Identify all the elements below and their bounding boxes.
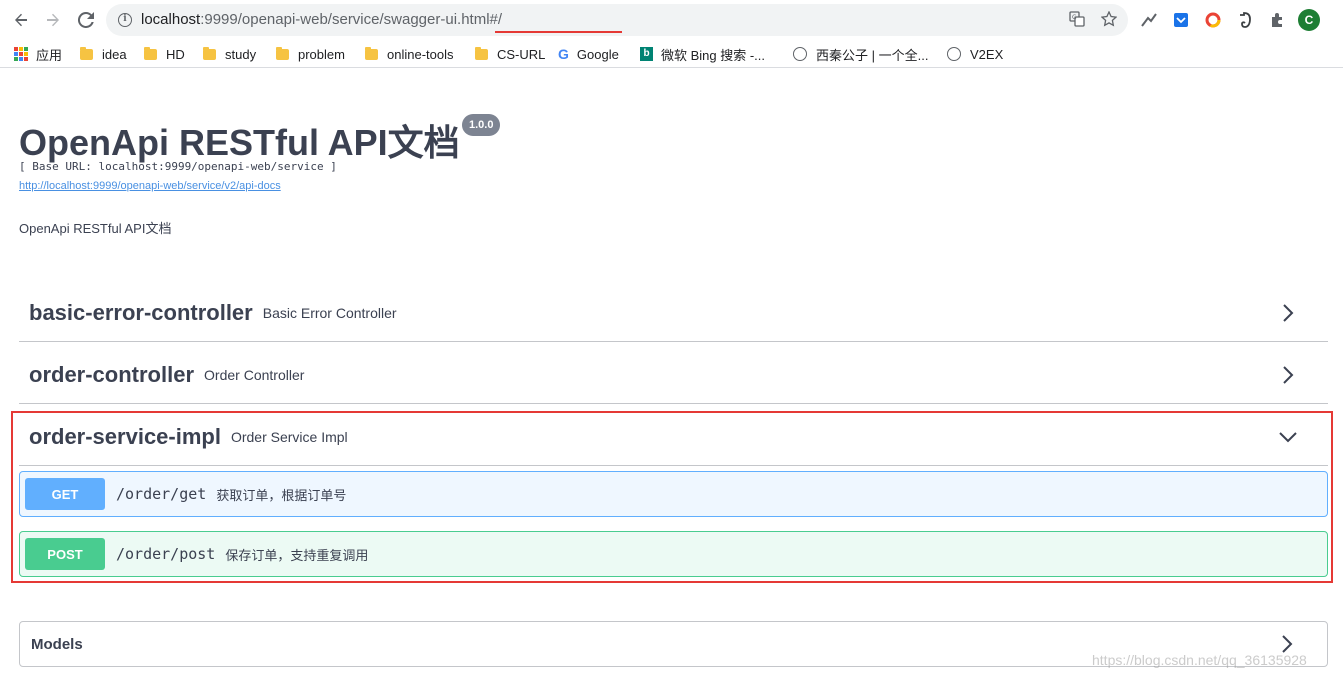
bookmark-label: HD <box>166 46 185 62</box>
folder-icon <box>203 46 216 60</box>
globe-icon <box>793 47 807 61</box>
bookmark-bing[interactable]: b 微软 Bing 搜索 -... <box>640 45 765 63</box>
extensions-puzzle-icon[interactable] <box>1266 9 1288 31</box>
operation-get-order[interactable]: GET /order/get 获取订单，根据订单号 <box>19 471 1328 517</box>
bookmark-study[interactable]: study <box>203 45 256 63</box>
profile-avatar[interactable]: C <box>1298 9 1320 31</box>
tag-name: order-controller <box>29 361 195 387</box>
base-url: [ Base URL: localhost:9999/openapi-web/s… <box>19 160 337 173</box>
bookmark-google[interactable]: G Google <box>558 45 619 63</box>
version-badge: 1.0.0 <box>462 114 501 136</box>
operation-post-order[interactable]: POST /order/post 保存订单，支持重复调用 <box>19 531 1328 577</box>
browser-toolbar: i localhost:9999/openapi-web/service/swa… <box>0 0 1343 40</box>
tag-order-controller[interactable]: order-controller Order Controller <box>19 346 1328 404</box>
svg-text:G: G <box>1072 14 1077 21</box>
bookmarks-bar: 应用 idea HD study problem online-tools CS… <box>0 40 1343 68</box>
bookmark-xiqin[interactable]: 西秦公子 | 一个全... <box>793 45 928 63</box>
google-icon: G <box>558 46 569 62</box>
api-description: OpenApi RESTful API文档 <box>19 221 172 236</box>
extension-signal-icon[interactable] <box>1138 9 1160 31</box>
extension-evernote-icon[interactable] <box>1234 9 1256 31</box>
bookmark-cs-url[interactable]: CS-URL <box>475 45 545 63</box>
bookmark-idea[interactable]: idea <box>80 45 127 63</box>
extension-chrome-ring-icon[interactable] <box>1202 9 1224 31</box>
globe-icon <box>947 47 961 61</box>
operation-path: /order/get <box>116 485 207 503</box>
bookmark-star-icon[interactable] <box>1100 10 1118 29</box>
reload-icon[interactable] <box>75 9 97 31</box>
folder-icon <box>80 46 93 60</box>
chevron-right-icon <box>1282 635 1293 653</box>
forward-arrow-icon[interactable] <box>42 9 64 31</box>
models-title: Models <box>31 635 83 653</box>
method-badge-post: POST <box>25 538 105 570</box>
bookmark-label: study <box>225 46 257 62</box>
operation-summary: 保存订单，支持重复调用 <box>225 547 369 563</box>
operation-summary: 获取订单，根据订单号 <box>216 487 347 503</box>
back-arrow-icon[interactable] <box>10 9 32 31</box>
bookmark-label: 微软 Bing 搜索 -... <box>661 47 766 63</box>
bookmark-hd[interactable]: HD <box>144 45 185 63</box>
tag-name: basic-error-controller <box>29 299 253 325</box>
folder-icon <box>475 46 488 60</box>
url-host: localhost <box>141 11 201 28</box>
address-bar[interactable]: i localhost:9999/openapi-web/service/swa… <box>106 4 1128 36</box>
bookmark-label: problem <box>298 46 345 62</box>
tag-basic-error-controller[interactable]: basic-error-controller Basic Error Contr… <box>19 284 1328 342</box>
bookmark-v2ex[interactable]: V2EX <box>947 45 1003 63</box>
bookmark-label: 应用 <box>36 47 63 63</box>
bookmark-label: online-tools <box>387 46 454 62</box>
chevron-right-icon <box>1283 366 1294 384</box>
bookmark-label: CS-URL <box>497 46 546 62</box>
site-info-icon[interactable]: i <box>118 13 132 27</box>
operation-path: /order/post <box>116 545 216 563</box>
bookmark-label: idea <box>102 46 127 62</box>
page-title: OpenApi RESTful API文档 <box>19 122 460 163</box>
bookmark-apps[interactable]: 应用 <box>14 45 62 63</box>
bookmark-label: 西秦公子 | 一个全... <box>816 47 929 63</box>
api-docs-link[interactable]: http://localhost:9999/openapi-web/servic… <box>19 180 281 192</box>
bing-icon: b <box>640 47 653 61</box>
bookmark-problem[interactable]: problem <box>276 45 345 63</box>
bookmark-online-tools[interactable]: online-tools <box>365 45 454 63</box>
folder-icon <box>365 46 378 60</box>
tag-description: Basic Error Controller <box>262 304 397 321</box>
watermark: https://blog.csdn.net/qq_36135928 <box>1092 652 1307 668</box>
tag-description: Order Controller <box>204 366 305 383</box>
method-badge-get: GET <box>25 478 105 510</box>
bookmark-label: V2EX <box>970 46 1004 62</box>
folder-icon <box>144 46 157 60</box>
url-red-underline <box>495 31 622 33</box>
translate-icon[interactable]: G <box>1068 11 1086 29</box>
url-highlighted-part: swagger-ui.html#/ <box>383 11 503 28</box>
url-text[interactable]: localhost:9999/openapi-web/service/swagg… <box>141 11 502 28</box>
bookmark-label: Google <box>576 46 619 62</box>
chevron-right-icon <box>1283 304 1294 322</box>
url-path: :9999/openapi-web/service/ <box>200 11 384 28</box>
apps-grid-icon <box>14 47 28 61</box>
extension-pocket-icon[interactable] <box>1170 9 1192 31</box>
folder-icon <box>276 46 289 60</box>
